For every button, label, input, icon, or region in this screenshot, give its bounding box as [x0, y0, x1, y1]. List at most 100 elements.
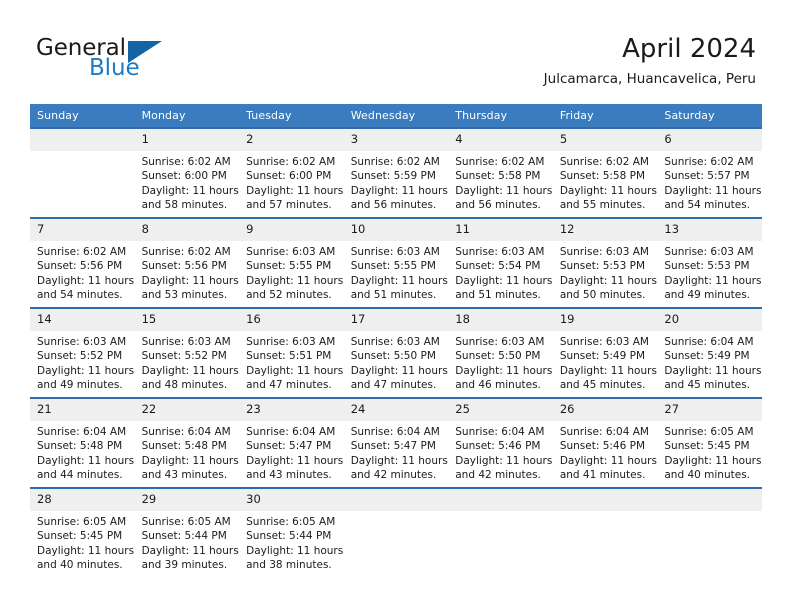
day-details: Sunrise: 6:03 AM Sunset: 5:49 PM Daylight:… — [553, 331, 658, 393]
sunset-text: Sunset: 5:52 PM — [141, 350, 227, 363]
daylight-text-line1: Daylight: 11 hours — [559, 454, 657, 467]
page-header: General Blue April 2024 Julcamarca, Huan… — [0, 0, 792, 104]
calendar-day-cell[interactable]: 7 Sunrise: 6:02 AM Sunset: 5:56 PM Daylight… — [30, 217, 135, 308]
day-details: Sunrise: 6:05 AM Sunset: 5:45 PM Daylight:… — [657, 421, 762, 483]
daylight-text-line2: and 51 minutes. — [455, 289, 541, 302]
calendar-day-cell[interactable]: 6 Sunrise: 6:02 AM Sunset: 5:57 PM Daylight… — [657, 127, 762, 218]
daylight-text-line1: Daylight: 11 hours — [246, 544, 344, 557]
day-details: Sunrise: 6:04 AM Sunset: 5:47 PM Daylight:… — [344, 421, 449, 483]
day-number: 20 — [657, 309, 762, 331]
sunset-text: Sunset: 5:53 PM — [559, 260, 646, 273]
day-number: 1 — [134, 129, 240, 151]
day-number: 14 — [30, 309, 135, 331]
calendar-day-cell[interactable]: 28 Sunrise: 6:05 AM Sunset: 5:45 PM Dayligh… — [30, 487, 135, 577]
daylight-text-line1: Daylight: 11 hours — [37, 274, 135, 287]
sunrise-text: Sunrise: 6:03 AM — [37, 336, 127, 348]
weekday-header-friday: Friday — [552, 104, 658, 128]
sunrise-text: Sunrise: 6:03 AM — [350, 246, 440, 258]
sunset-text: Sunset: 5:44 PM — [141, 530, 227, 543]
calendar-day-cell[interactable]: 26 Sunrise: 6:04 AM Sunset: 5:46 PM Dayligh… — [552, 397, 658, 488]
calendar-day-cell[interactable]: 14 Sunrise: 6:03 AM Sunset: 5:52 PM Dayligh… — [30, 307, 135, 398]
day-details: Sunrise: 6:04 AM Sunset: 5:46 PM Daylight:… — [553, 421, 658, 483]
calendar-day-cell[interactable]: 22 Sunrise: 6:04 AM Sunset: 5:48 PM Dayligh… — [134, 397, 240, 488]
daylight-text-line2: and 39 minutes. — [141, 559, 228, 572]
sunset-text: Sunset: 5:50 PM — [455, 350, 541, 363]
page-title: April 2024 — [622, 34, 756, 64]
day-number: 10 — [343, 219, 449, 241]
brand-name-blue: Blue — [89, 55, 140, 81]
sunset-text: Sunset: 5:51 PM — [246, 350, 332, 363]
sunrise-text: Sunrise: 6:02 AM — [455, 156, 545, 168]
sunrise-text: Sunrise: 6:05 AM — [141, 516, 231, 528]
day-number: 3 — [343, 129, 449, 151]
calendar-day-cell[interactable]: 18 Sunrise: 6:03 AM Sunset: 5:50 PM Dayligh… — [448, 307, 553, 398]
weekday-header-thursday: Thursday — [448, 104, 553, 128]
sunset-text: Sunset: 6:00 PM — [141, 170, 227, 183]
calendar-day-cell[interactable]: 8 Sunrise: 6:02 AM Sunset: 5:56 PM Daylight… — [134, 217, 240, 308]
day-number: 4 — [448, 129, 553, 151]
sunrise-text: Sunrise: 6:05 AM — [664, 426, 754, 438]
sunrise-text: Sunrise: 6:03 AM — [246, 246, 336, 258]
day-details: Sunrise: 6:03 AM Sunset: 5:53 PM Daylight:… — [657, 241, 762, 303]
calendar-day-cell[interactable]: 2 Sunrise: 6:02 AM Sunset: 6:00 PM Daylight… — [239, 127, 344, 218]
daylight-text-line1: Daylight: 11 hours — [664, 364, 762, 377]
brand-logo[interactable]: General Blue — [36, 36, 256, 84]
calendar-day-cell[interactable]: 29 Sunrise: 6:05 AM Sunset: 5:44 PM Dayligh… — [134, 487, 240, 577]
calendar-day-cell[interactable]: 21 Sunrise: 6:04 AM Sunset: 5:48 PM Dayligh… — [30, 397, 135, 488]
daylight-text-line2: and 46 minutes. — [455, 379, 541, 392]
daylight-text-line1: Daylight: 11 hours — [455, 274, 553, 287]
day-number: 9 — [239, 219, 344, 241]
sunset-text: Sunset: 5:56 PM — [141, 260, 227, 273]
daylight-text-line1: Daylight: 11 hours — [664, 274, 762, 287]
calendar-day-cell[interactable]: 25 Sunrise: 6:04 AM Sunset: 5:46 PM Dayligh… — [448, 397, 553, 488]
calendar-week-row: 1 Sunrise: 6:02 AM Sunset: 6:00 PM Daylight… — [30, 127, 762, 218]
calendar-day-cell[interactable]: 16 Sunrise: 6:03 AM Sunset: 5:51 PM Dayligh… — [239, 307, 344, 398]
sunset-text: Sunset: 5:47 PM — [246, 440, 332, 453]
calendar-day-cell[interactable]: 20 Sunrise: 6:04 AM Sunset: 5:49 PM Dayligh… — [657, 307, 762, 398]
calendar-day-cell[interactable]: 19 Sunrise: 6:03 AM Sunset: 5:49 PM Dayligh… — [552, 307, 658, 398]
daylight-text-line1: Daylight: 11 hours — [455, 364, 553, 377]
day-number: 27 — [657, 399, 762, 421]
daylight-text-line1: Daylight: 11 hours — [37, 364, 135, 377]
calendar-day-cell[interactable]: 15 Sunrise: 6:03 AM Sunset: 5:52 PM Dayligh… — [134, 307, 240, 398]
calendar-day-cell[interactable]: 10 Sunrise: 6:03 AM Sunset: 5:55 PM Dayligh… — [343, 217, 449, 308]
daylight-text-line1: Daylight: 11 hours — [37, 454, 135, 467]
day-number: 2 — [239, 129, 344, 151]
calendar-day-cell[interactable]: 24 Sunrise: 6:04 AM Sunset: 5:47 PM Dayligh… — [343, 397, 449, 488]
sunrise-text: Sunrise: 6:04 AM — [350, 426, 440, 438]
sunrise-text: Sunrise: 6:05 AM — [246, 516, 336, 528]
daylight-text-line2: and 45 minutes. — [664, 379, 751, 392]
calendar-day-cell[interactable]: 13 Sunrise: 6:03 AM Sunset: 5:53 PM Dayligh… — [657, 217, 762, 308]
day-details: Sunrise: 6:05 AM Sunset: 5:45 PM Daylight:… — [30, 511, 135, 573]
calendar-day-cell-empty — [448, 487, 553, 577]
weekday-header-wednesday: Wednesday — [343, 104, 449, 128]
daylight-text-line1: Daylight: 11 hours — [246, 274, 344, 287]
daylight-text-line2: and 58 minutes. — [141, 199, 228, 212]
day-number: 18 — [448, 309, 553, 331]
daylight-text-line1: Daylight: 11 hours — [664, 184, 762, 197]
daylight-text-line2: and 42 minutes. — [350, 469, 437, 482]
calendar-day-cell[interactable]: 4 Sunrise: 6:02 AM Sunset: 5:58 PM Daylight… — [448, 127, 553, 218]
calendar-grid: Sunday Monday Tuesday Wednesday Thursday… — [30, 104, 762, 577]
day-details: Sunrise: 6:05 AM Sunset: 5:44 PM Daylight:… — [239, 511, 344, 573]
daylight-text-line2: and 49 minutes. — [664, 289, 751, 302]
calendar-day-cell[interactable]: 12 Sunrise: 6:03 AM Sunset: 5:53 PM Dayligh… — [552, 217, 658, 308]
day-details: Sunrise: 6:04 AM Sunset: 5:47 PM Daylight:… — [239, 421, 344, 483]
calendar-day-cell[interactable]: 1 Sunrise: 6:02 AM Sunset: 6:00 PM Daylight… — [134, 127, 240, 218]
calendar-day-cell[interactable]: 27 Sunrise: 6:05 AM Sunset: 5:45 PM Dayligh… — [657, 397, 762, 488]
calendar-day-cell[interactable]: 17 Sunrise: 6:03 AM Sunset: 5:50 PM Dayligh… — [343, 307, 449, 398]
calendar-day-cell[interactable]: 3 Sunrise: 6:02 AM Sunset: 5:59 PM Daylight… — [343, 127, 449, 218]
daylight-text-line1: Daylight: 11 hours — [141, 184, 239, 197]
day-number — [657, 489, 762, 511]
daylight-text-line1: Daylight: 11 hours — [350, 184, 448, 197]
calendar-week-row: 28 Sunrise: 6:05 AM Sunset: 5:45 PM Dayligh… — [30, 487, 762, 577]
day-number: 19 — [552, 309, 658, 331]
calendar-day-cell[interactable]: 11 Sunrise: 6:03 AM Sunset: 5:54 PM Dayligh… — [448, 217, 553, 308]
calendar-day-cell[interactable]: 30 Sunrise: 6:05 AM Sunset: 5:44 PM Dayligh… — [239, 487, 344, 577]
day-details: Sunrise: 6:02 AM Sunset: 5:56 PM Daylight:… — [135, 241, 240, 303]
weekday-header-sunday: Sunday — [30, 104, 135, 128]
calendar-day-cell[interactable]: 23 Sunrise: 6:04 AM Sunset: 5:47 PM Dayligh… — [239, 397, 344, 488]
calendar-day-cell[interactable]: 5 Sunrise: 6:02 AM Sunset: 5:58 PM Daylight… — [552, 127, 658, 218]
calendar-day-cell[interactable]: 9 Sunrise: 6:03 AM Sunset: 5:55 PM Daylight… — [239, 217, 344, 308]
calendar-week-row: 7 Sunrise: 6:02 AM Sunset: 5:56 PM Daylight… — [30, 217, 762, 308]
